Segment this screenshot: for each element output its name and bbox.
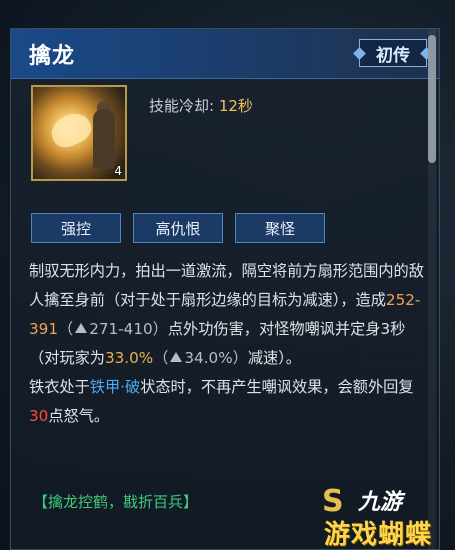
- state-link[interactable]: 铁甲·破: [90, 378, 140, 396]
- desc-text: 制驭无形内力，拍出一道激流，隔空将前方扇形范围内的敌人擒至身前（对于处于扇形边缘…: [29, 262, 424, 309]
- watermark-brand: 九游: [358, 490, 403, 515]
- desc-text: ）: [152, 320, 168, 338]
- site-watermark: S 九游 游戏蝴蝶: [322, 484, 452, 550]
- tag-strong-control: 强控: [31, 213, 121, 243]
- desc-text: ）: [232, 349, 248, 367]
- upgrade-arrow-icon: [170, 352, 183, 362]
- slow-upgrade-value: 34.0%: [184, 349, 233, 367]
- figure-body-graphic: [93, 109, 115, 169]
- diamond-icon: [353, 47, 366, 60]
- tag-gather: 聚怪: [235, 213, 325, 243]
- upgrade-arrow-icon: [75, 323, 88, 333]
- tooltip-scrollbar[interactable]: [428, 29, 436, 549]
- desc-text: 状态时，不再产生嘲讽效果，会额外回复: [140, 378, 414, 396]
- scroll-thumb[interactable]: [428, 35, 436, 163]
- skill-icon: 4: [31, 85, 127, 181]
- cooldown-info: 技能冷却: 12秒: [149, 95, 253, 116]
- skill-tags: 强控 高仇恨 聚怪: [31, 213, 325, 243]
- watermark-text: 游戏蝴蝶: [324, 520, 433, 550]
- desc-text: 铁衣处于: [29, 378, 90, 396]
- skill-quote: 【擒龙控鹤，戡折百兵】: [33, 493, 199, 511]
- desc-text: 减速）。: [247, 349, 301, 367]
- damage-upgrade-value: 271-410: [89, 320, 153, 338]
- rage-value: 30: [29, 407, 49, 425]
- skill-tooltip: 擒龙 初传 4 技能冷却: 12秒 强控 高仇恨 聚怪 制驭无形内力，拍出一道激…: [10, 28, 440, 550]
- skill-name: 擒龙: [29, 44, 76, 69]
- slow-value: 33.0%: [104, 349, 154, 367]
- rank-label: 初传: [376, 45, 410, 66]
- palm-strike-graphic: [46, 107, 96, 153]
- desc-text: 点怒气。: [48, 407, 110, 425]
- cooldown-value: 12秒: [218, 97, 253, 115]
- cooldown-label: 技能冷却:: [149, 97, 215, 115]
- desc-text: （: [153, 349, 169, 367]
- desc-text: （: [58, 320, 74, 338]
- rank-badge: 初传: [353, 39, 433, 67]
- tooltip-header: 擒龙 初传: [11, 29, 439, 79]
- skill-description: 制驭无形内力，拍出一道激流，隔空将前方扇形范围内的敌人擒至身前（对于处于扇形边缘…: [29, 257, 431, 431]
- skill-level: 4: [114, 164, 122, 178]
- tag-high-threat: 高仇恨: [133, 213, 223, 243]
